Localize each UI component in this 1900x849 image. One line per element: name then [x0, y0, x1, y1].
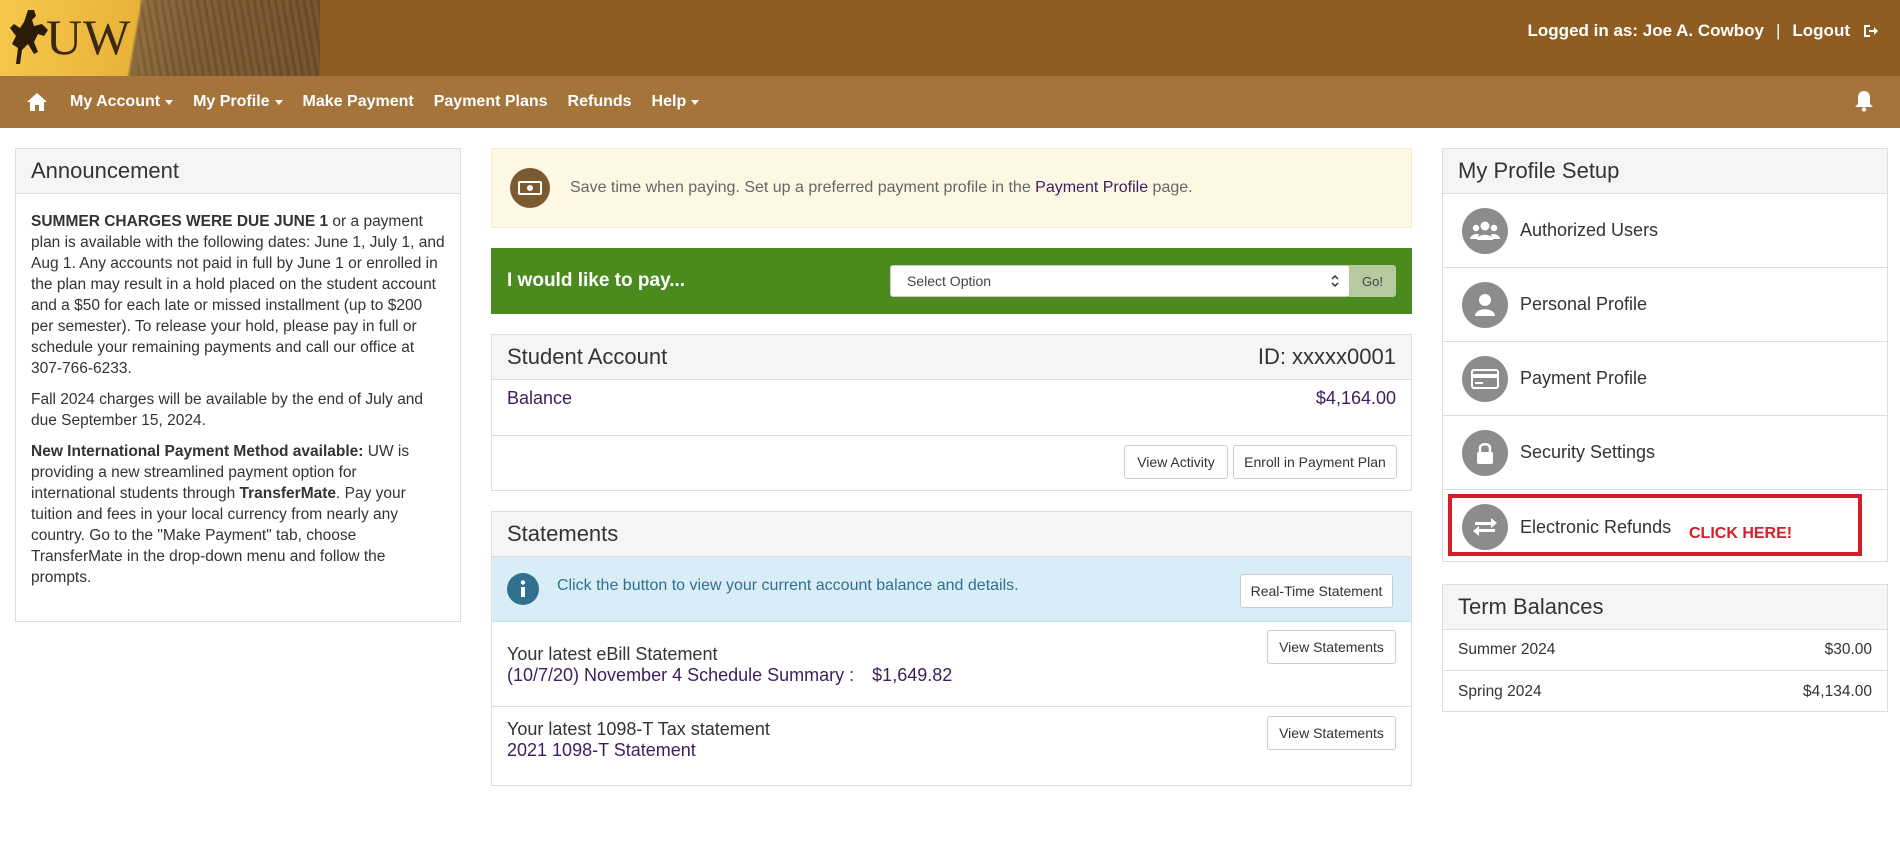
- announcement-text: Fall 2024 charges will be available by t…: [31, 391, 424, 429]
- profile-item-label: Payment Profile: [1520, 368, 1648, 388]
- nav-label: Make Payment: [302, 93, 414, 110]
- click-here-annotation: CLICK HERE!: [1689, 525, 1793, 542]
- caret-down-icon: [274, 99, 283, 105]
- caret-down-icon: [691, 99, 700, 105]
- users-icon: [1462, 207, 1508, 254]
- profile-item-label: Personal Profile: [1520, 294, 1648, 314]
- profile-item-label: Security Settings: [1520, 442, 1656, 462]
- balance-label: Balance: [507, 388, 573, 408]
- ebill-link[interactable]: (10/7/20) November 4 Schedule Summary : $…: [507, 665, 1396, 686]
- term-name: Summer 2024: [1458, 641, 1556, 658]
- term-balances-title: Term Balances: [1443, 585, 1887, 630]
- pay-bar: I would like to pay... Select Option Go!: [491, 248, 1412, 314]
- info-icon: [507, 573, 539, 605]
- announcement-paragraph: SUMMER CHARGES WERE DUE JUNE 1 or a paym…: [31, 211, 445, 379]
- profile-item-payment-profile[interactable]: Payment Profile: [1443, 342, 1887, 416]
- balance-row: Balance $4,164.00: [492, 380, 1411, 436]
- term-row: Spring 2024 $4,134.00: [1443, 671, 1887, 712]
- nav-label: My Profile: [193, 93, 270, 110]
- announcement-bold: New International Payment Method availab…: [31, 443, 364, 460]
- announcement-title: Announcement: [16, 149, 460, 194]
- ebill-amount: $1,649.82: [872, 665, 953, 685]
- term-balances-panel: Term Balances Summer 2024 $30.00 Spring …: [1442, 584, 1888, 712]
- logout-icon[interactable]: [1862, 23, 1878, 39]
- balance-value: $4,164.00: [1315, 388, 1396, 408]
- nav-refunds[interactable]: Refunds: [568, 93, 632, 111]
- ebill-title: Your latest eBill Statement: [507, 644, 718, 664]
- lock-icon: [1462, 429, 1508, 476]
- nav-label: Refunds: [567, 93, 632, 110]
- view-ebill-statements-button[interactable]: View Statements: [1267, 630, 1396, 664]
- announcement-paragraph: New International Payment Method availab…: [31, 441, 445, 588]
- nav-my-profile[interactable]: My Profile: [193, 93, 283, 111]
- announcement-bold: SUMMER CHARGES WERE DUE JUNE 1: [31, 213, 329, 230]
- promo-text-a: Save time when paying. Set up a preferre…: [570, 179, 1036, 196]
- student-account-header: Student Account ID: xxxxx0001: [492, 335, 1411, 380]
- nav-label: Help: [651, 93, 687, 110]
- home-icon[interactable]: [26, 92, 48, 112]
- nav-help[interactable]: Help: [652, 93, 700, 111]
- payment-option-select[interactable]: Select Option: [890, 265, 1350, 297]
- real-time-statement-button[interactable]: Real-Time Statement: [1240, 574, 1393, 608]
- tax-title: Your latest 1098-T Tax statement: [507, 719, 770, 739]
- payment-profile-promo: Save time when paying. Set up a preferre…: [491, 148, 1412, 228]
- nav-label: My Account: [70, 93, 161, 110]
- view-tax-statements-button[interactable]: View Statements: [1267, 716, 1396, 750]
- statements-panel: Statements Click the button to view your…: [491, 511, 1412, 786]
- profile-item-label: Authorized Users: [1520, 220, 1659, 240]
- uw-logo[interactable]: UW: [0, 0, 320, 76]
- credit-card-icon: [1462, 355, 1508, 402]
- profile-item-personal-profile[interactable]: Personal Profile: [1443, 268, 1887, 342]
- nav-label: Payment Plans: [433, 93, 548, 110]
- logo-texture: [138, 0, 320, 76]
- announcement-bold: TransferMate: [239, 485, 337, 502]
- person-icon: [1462, 281, 1508, 328]
- select-value: Select Option: [907, 273, 992, 289]
- profile-item-security-settings[interactable]: Security Settings: [1443, 416, 1887, 490]
- student-id: ID: xxxxx0001: [1257, 344, 1396, 369]
- profile-setup-title: My Profile Setup: [1443, 149, 1887, 194]
- separator: |: [1775, 21, 1781, 40]
- nav-payment-plans[interactable]: Payment Plans: [434, 93, 548, 111]
- chevron-down-icon: [1331, 274, 1339, 288]
- announcement-panel: Announcement SUMMER CHARGES WERE DUE JUN…: [15, 148, 461, 622]
- logo-text: UW: [46, 9, 132, 65]
- pay-label: I would like to pay...: [507, 270, 686, 291]
- student-account-title: Student Account: [507, 344, 668, 369]
- caret-down-icon: [165, 99, 174, 105]
- student-account-panel: Student Account ID: xxxxx0001 Balance $4…: [491, 334, 1412, 491]
- bell-icon[interactable]: [1854, 90, 1874, 112]
- header-bar: UW Logged in as: Joe A. Cowboy | Logout: [0, 0, 1900, 76]
- enroll-payment-plan-button[interactable]: Enroll in Payment Plan: [1233, 445, 1397, 479]
- statements-title: Statements: [492, 512, 1411, 557]
- ebill-link-text: (10/7/20) November 4 Schedule Summary :: [507, 665, 855, 685]
- nav-my-account[interactable]: My Account: [70, 93, 174, 111]
- payment-profile-link[interactable]: Payment Profile: [1035, 179, 1148, 196]
- nav-make-payment[interactable]: Make Payment: [303, 93, 414, 111]
- logged-in-label: Logged in as: Joe A. Cowboy: [1527, 21, 1764, 40]
- logout-link[interactable]: Logout: [1792, 21, 1850, 41]
- announcement-text: or a payment plan is available with the …: [31, 213, 445, 377]
- view-activity-button[interactable]: View Activity: [1124, 445, 1228, 479]
- money-icon: [510, 168, 550, 208]
- term-name: Spring 2024: [1458, 682, 1542, 700]
- tax-link[interactable]: 2021 1098-T Statement: [507, 740, 1396, 761]
- tax-row: Your latest 1098-T Tax statement 2021 10…: [492, 707, 1411, 782]
- promo-text: Save time when paying. Set up a preferre…: [570, 179, 1193, 197]
- user-info: Logged in as: Joe A. Cowboy | Logout: [1528, 21, 1878, 41]
- announcement-body: SUMMER CHARGES WERE DUE JUNE 1 or a paym…: [16, 194, 460, 588]
- ebill-row: Your latest eBill Statement (10/7/20) No…: [492, 622, 1411, 707]
- main-nav: My Account My Profile Make Payment Payme…: [0, 76, 1900, 128]
- highlight-box: [1448, 494, 1862, 556]
- go-button[interactable]: Go!: [1349, 265, 1396, 297]
- announcement-paragraph: Fall 2024 charges will be available by t…: [31, 389, 445, 431]
- profile-item-authorized-users[interactable]: Authorized Users: [1443, 194, 1887, 268]
- term-amount: $4,134.00: [1803, 682, 1872, 700]
- info-text: Click the button to view your current ac…: [557, 577, 1019, 594]
- term-amount: $30.00: [1824, 641, 1872, 658]
- promo-text-b: page.: [1148, 179, 1193, 196]
- term-row: Summer 2024 $30.00: [1443, 630, 1887, 671]
